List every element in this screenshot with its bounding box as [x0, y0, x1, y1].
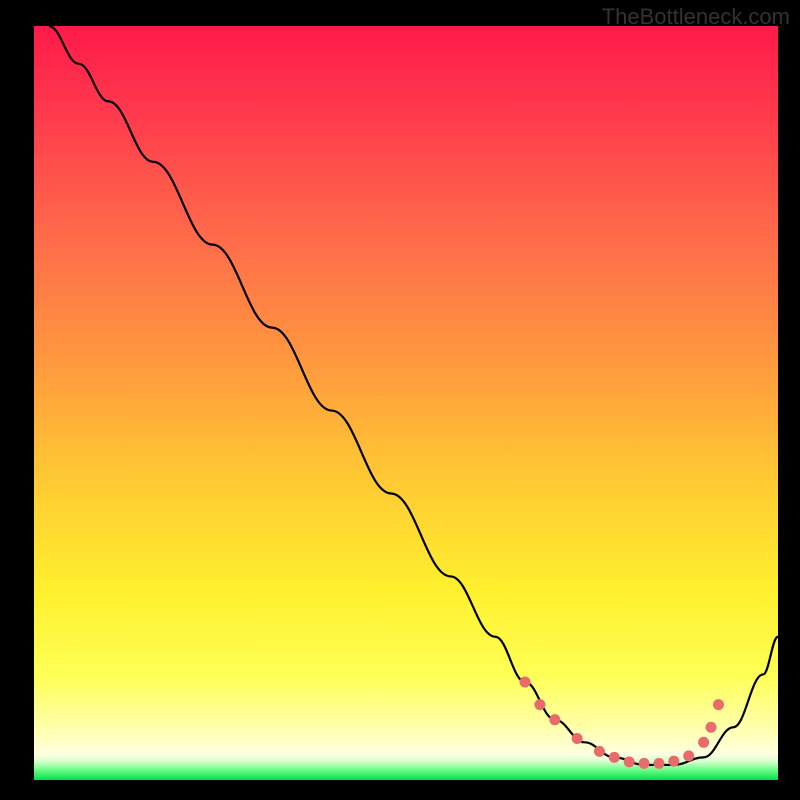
highlight-dot: [572, 733, 583, 744]
curve-layer: [34, 26, 778, 780]
highlight-dot: [698, 737, 709, 748]
highlight-dot: [534, 699, 545, 710]
highlight-dots-group: [520, 676, 724, 768]
chart-container: TheBottleneck.com: [0, 0, 800, 800]
bottleneck-curve: [49, 26, 778, 765]
highlight-dot: [713, 699, 724, 710]
highlight-dot: [653, 758, 664, 769]
highlight-dot: [706, 722, 717, 733]
highlight-dot: [624, 756, 635, 767]
highlight-dot: [594, 746, 605, 757]
highlight-dot: [639, 758, 650, 769]
highlight-dot: [668, 756, 679, 767]
plot-area: [34, 26, 778, 780]
highlight-dot: [549, 714, 560, 725]
highlight-dot: [520, 676, 531, 687]
highlight-dot: [683, 750, 694, 761]
highlight-dot: [609, 752, 620, 763]
